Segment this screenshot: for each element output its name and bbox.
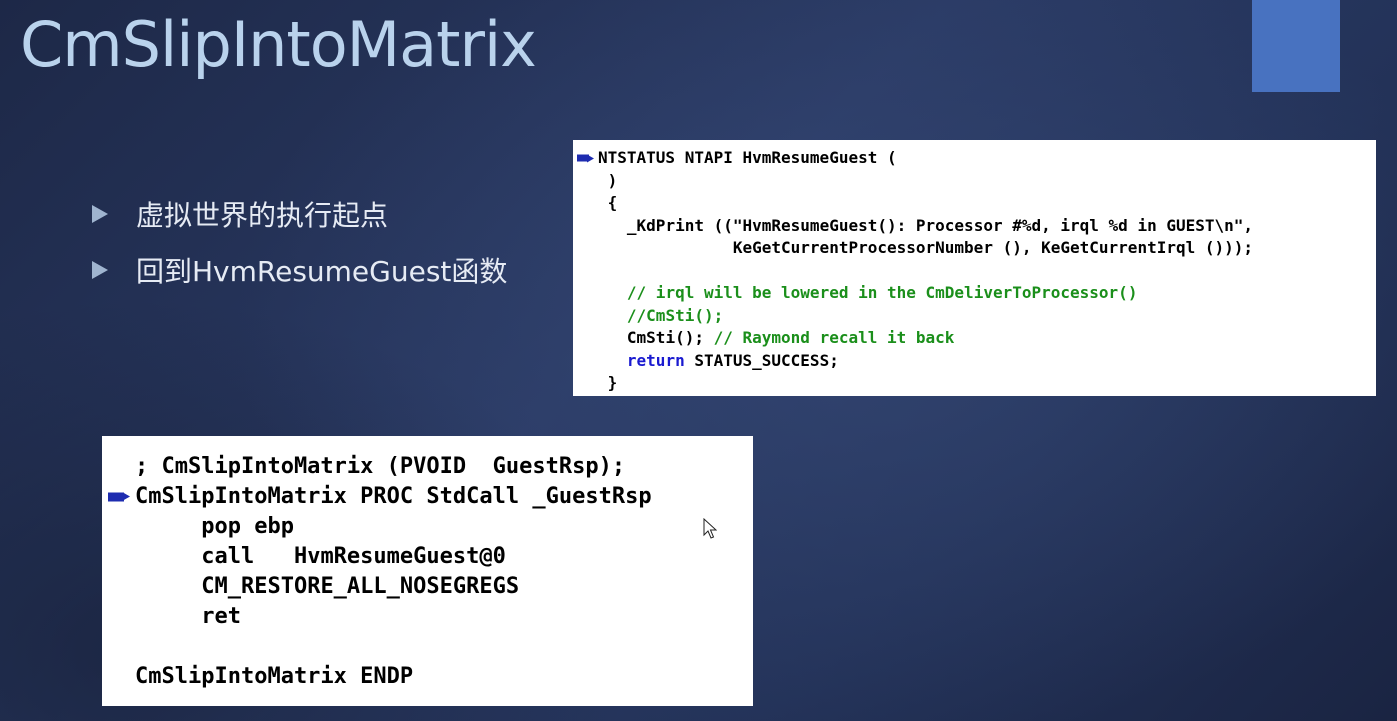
code-token-comment: // irql will be lowered in the CmDeliver… xyxy=(626,283,1138,302)
code-line: CmSti(); // Raymond recall it back xyxy=(573,327,1376,350)
code-token-plain: ret xyxy=(201,604,241,629)
code-token-plain: KeGetCurrentProcessorNumber (), KeGetCur… xyxy=(732,238,1254,257)
code-line: CM_RESTORE_ALL_NOSEGREGS xyxy=(102,572,753,602)
code-token-plain: CmSti(); xyxy=(626,328,714,347)
code-token-plain: ; CmSlipIntoMatrix (PVOID GuestRsp); xyxy=(135,454,626,479)
code-line: _KdPrint (("HvmResumeGuest(): Processor … xyxy=(573,215,1376,238)
code-line: pop ebp xyxy=(102,512,753,542)
code-line: ; CmSlipIntoMatrix (PVOID GuestRsp); xyxy=(102,452,753,482)
code-token-plain: _KdPrint (("HvmResumeGuest(): Processor … xyxy=(626,215,1254,235)
code-token-plain: { xyxy=(607,193,618,212)
code-line: ) xyxy=(573,170,1376,193)
bullet-text: 虚拟世界的执行起点 xyxy=(136,199,389,232)
code-token-plain: STATUS_SUCCESS; xyxy=(684,350,839,370)
c-code-panel: NTSTATUS NTAPI HvmResumeGuest ( ) { _KdP… xyxy=(573,140,1376,396)
code-token-keyword: return xyxy=(626,350,685,370)
bullet-item: 虚拟世界的执行起点 xyxy=(92,186,507,242)
accent-square xyxy=(1252,0,1340,92)
asm-code-panel: ; CmSlipIntoMatrix (PVOID GuestRsp); CmSl… xyxy=(102,436,753,706)
code-line: CmSlipIntoMatrix PROC StdCall _GuestRsp xyxy=(102,482,753,512)
code-line: } xyxy=(573,372,1376,395)
code-line: NTSTATUS NTAPI HvmResumeGuest ( xyxy=(573,147,1376,170)
code-line: CmSlipIntoMatrix ENDP xyxy=(102,662,753,692)
code-line: { xyxy=(573,192,1376,215)
mouse-pointer-icon xyxy=(703,518,717,539)
code-line: //CmSti(); xyxy=(573,305,1376,328)
code-line: ret xyxy=(102,602,753,632)
triangle-bullet-icon xyxy=(92,205,108,223)
code-line: // irql will be lowered in the CmDeliver… xyxy=(573,282,1376,305)
current-line-arrow-icon xyxy=(108,492,130,502)
code-line: KeGetCurrentProcessorNumber (), KeGetCur… xyxy=(573,237,1376,260)
bullet-text: 回到HvmResumeGuest函数 xyxy=(136,255,508,288)
code-token-comment: //CmSti(); xyxy=(626,305,724,325)
code-token-comment: // Raymond recall it back xyxy=(713,328,955,347)
current-line-arrow-icon xyxy=(577,154,594,163)
code-line: call HvmResumeGuest@0 xyxy=(102,542,753,572)
code-token-plain: pop ebp xyxy=(201,514,294,539)
code-token-plain: CM_RESTORE_ALL_NOSEGREGS xyxy=(201,574,520,599)
code-token-plain: } xyxy=(607,373,618,392)
slide-title: CmSlipIntoMatrix xyxy=(20,8,537,81)
code-line: return STATUS_SUCCESS; xyxy=(573,350,1376,373)
code-token-plain: call HvmResumeGuest@0 xyxy=(201,544,506,569)
code-token-plain: CmSlipIntoMatrix ENDP xyxy=(135,664,414,689)
code-token-plain: ) xyxy=(607,170,618,190)
triangle-bullet-icon xyxy=(92,261,108,279)
bullet-item: 回到HvmResumeGuest函数 xyxy=(92,242,507,298)
bullet-list: 虚拟世界的执行起点 回到HvmResumeGuest函数 xyxy=(92,186,507,298)
code-token-plain: CmSlipIntoMatrix PROC StdCall _GuestRsp xyxy=(135,484,652,509)
code-token-plain: NTSTATUS NTAPI HvmResumeGuest ( xyxy=(598,148,897,167)
